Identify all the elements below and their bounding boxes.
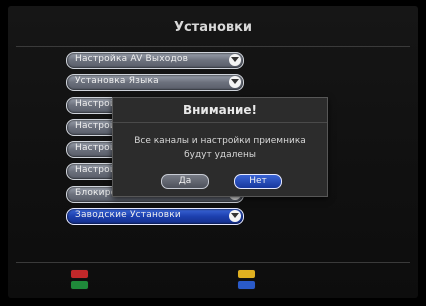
dialog-message: Все каналы и настройки приемника будут у…	[113, 134, 327, 162]
dialog-title: Внимание!	[182, 103, 258, 117]
menu-item-label: Настрой	[75, 165, 116, 176]
warning-dialog: Внимание! Все каналы и настройки приемни…	[112, 97, 328, 197]
menu-item-language[interactable]: Установка Языка	[66, 74, 244, 92]
yellow-key-icon	[237, 269, 256, 279]
yes-button[interactable]: Да	[161, 174, 209, 189]
no-button[interactable]: Нет	[234, 174, 282, 189]
menu-item-av-outputs[interactable]: Настройка AV Выходов	[66, 52, 244, 69]
dialog-divider	[113, 122, 327, 123]
page-title: Установки	[173, 20, 253, 35]
header-divider	[16, 46, 410, 47]
menu-item-label: Настрой	[75, 143, 116, 154]
menu-item-label: Установка Языка	[75, 76, 159, 87]
menu-item-factory-reset[interactable]: Заводские Установки	[66, 208, 244, 226]
chevron-down-icon	[229, 210, 241, 223]
red-key-icon	[70, 269, 89, 279]
menu-item-label: Настрой	[75, 120, 116, 131]
chevron-down-icon	[229, 76, 241, 89]
menu-item-label: Заводские Установки	[75, 210, 181, 221]
green-key-icon	[70, 280, 89, 290]
dialog-message-line-1: Все каналы и настройки приемника	[134, 136, 306, 146]
chevron-down-icon	[229, 54, 241, 66]
menu-item-label: Настройка AV Выходов	[75, 54, 189, 64]
menu-item-label: Блокиро	[75, 187, 117, 198]
blue-key-icon	[237, 280, 256, 290]
dialog-message-line-2: будут удалены	[184, 150, 256, 160]
footer-divider	[16, 262, 410, 263]
